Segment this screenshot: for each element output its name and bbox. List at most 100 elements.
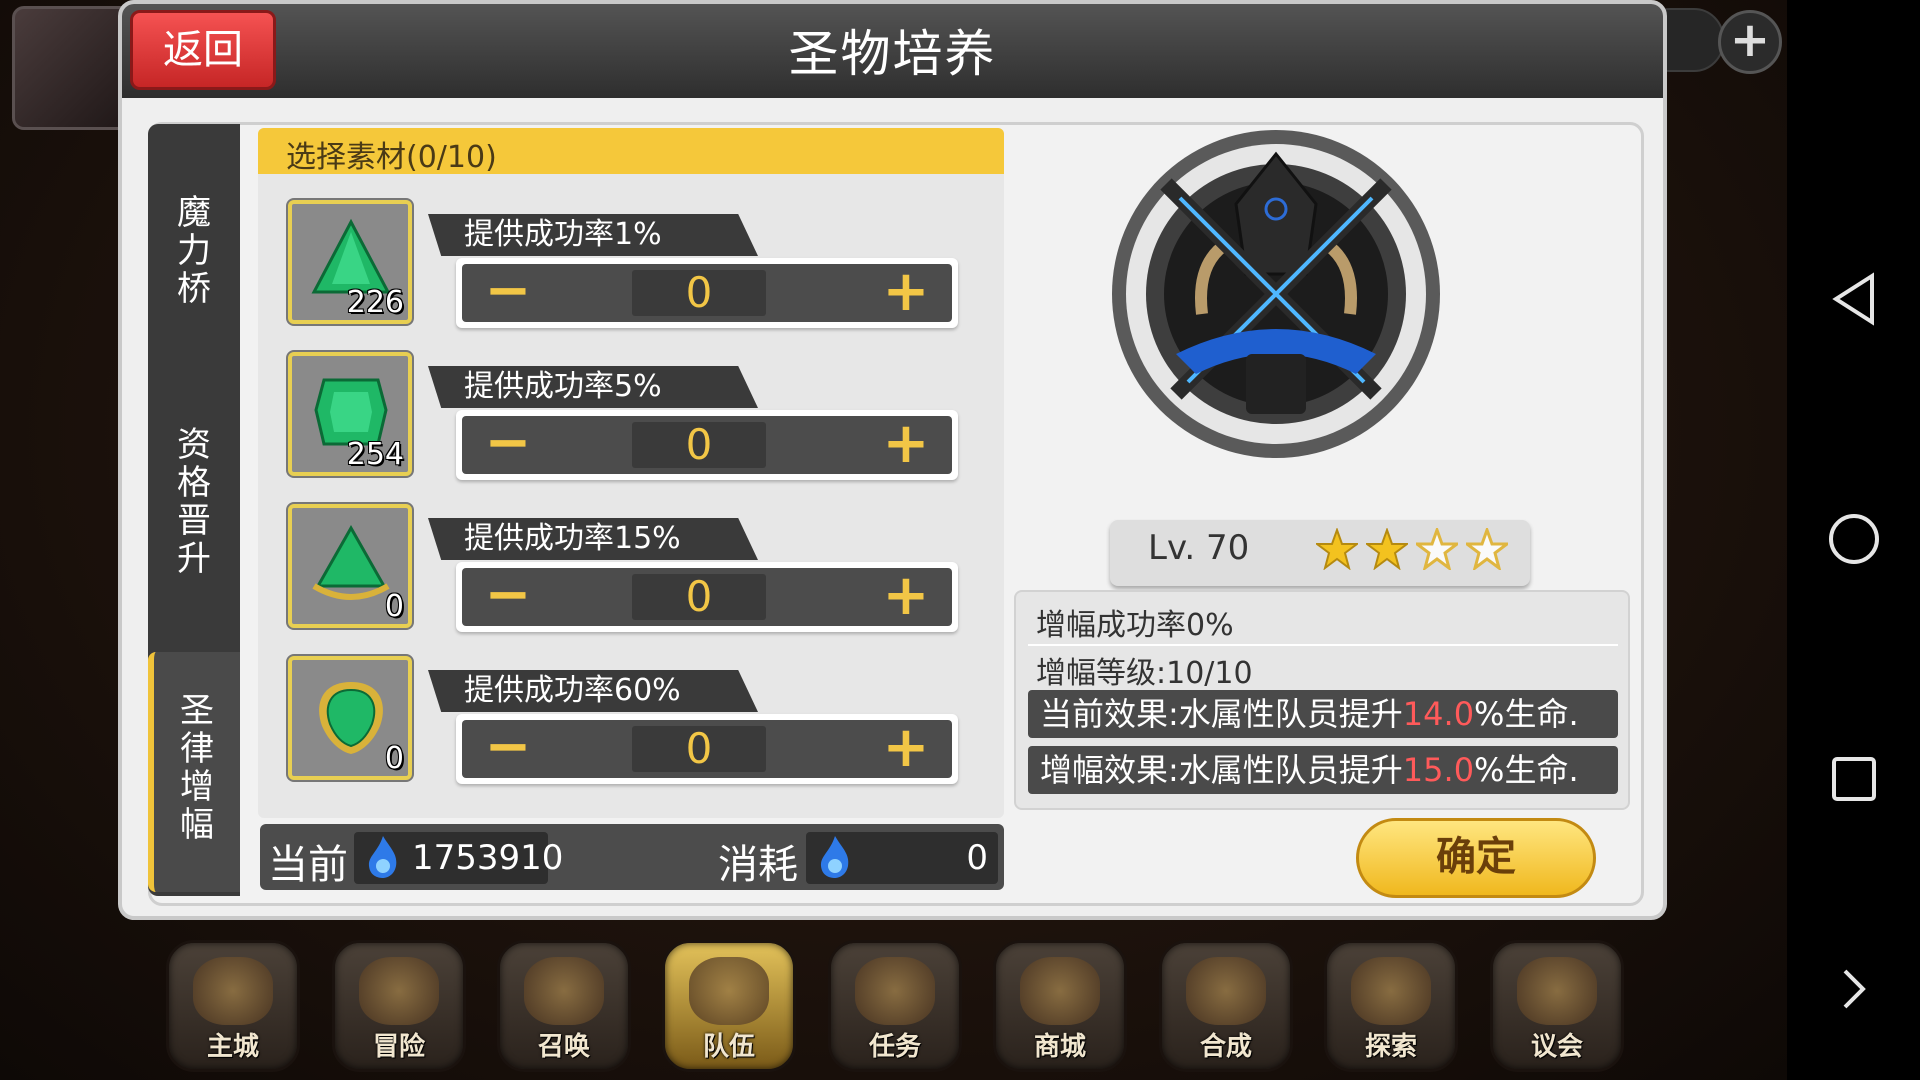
quantity-value: 0 [632, 270, 766, 316]
menu-item-adventure[interactable]: 冒险 [332, 940, 466, 1072]
tab-label: 资格晋升 [177, 425, 211, 579]
divider [1028, 644, 1618, 646]
menu-label: 议会 [1530, 1032, 1583, 1062]
relic-level-bar: Lv. 70 [1110, 520, 1530, 586]
quantity-stepper: − 0 + [456, 410, 958, 480]
dialog-title: 圣物培养 [788, 25, 997, 83]
decrease-button[interactable]: − [478, 567, 538, 626]
menu-label: 商城 [1033, 1032, 1086, 1062]
menu-item-team[interactable]: 队伍 [662, 940, 796, 1072]
quantity-stepper: − 0 + [456, 258, 958, 328]
amplify-effect-value: 15.0 [1402, 751, 1475, 789]
current-effect-suffix: %生命. [1474, 695, 1579, 733]
star-filled-icon [1316, 528, 1358, 570]
material-slot[interactable]: 0 [288, 504, 412, 628]
tab-holy-law-amplify[interactable]: 圣律增幅 [148, 652, 240, 892]
menu-label: 队伍 [702, 1032, 755, 1062]
quantity-value: 0 [632, 422, 766, 468]
quest-book-icon [855, 957, 935, 1025]
current-label: 当前 [268, 842, 348, 888]
material-row: 226 提供成功率1% − 0 + [288, 200, 972, 336]
quantity-value: 0 [632, 726, 766, 772]
increase-button[interactable]: + [876, 264, 936, 322]
material-count: 226 [346, 285, 404, 320]
rate-label: 提供成功率1% [428, 214, 758, 256]
star-empty-icon [1466, 528, 1508, 570]
decrease-button[interactable]: − [478, 719, 538, 778]
quantity-value: 0 [632, 574, 766, 620]
menu-item-quest[interactable]: 任务 [828, 940, 962, 1072]
current-effect-text: 当前效果:水属性队员提升 [1040, 695, 1403, 733]
menu-item-council[interactable]: 议会 [1490, 940, 1624, 1072]
material-row: 0 提供成功率15% − 0 + [288, 504, 972, 640]
material-slot[interactable]: 0 [288, 656, 412, 780]
menu-label: 冒险 [372, 1032, 425, 1062]
blue-flame-icon [820, 836, 849, 878]
relic-emblem [1112, 130, 1440, 458]
current-effect: 当前效果:水属性队员提升14.0%生命. [1028, 690, 1618, 738]
current-effect-value: 14.0 [1402, 695, 1475, 733]
rate-label: 提供成功率60% [428, 670, 758, 712]
material-count: 254 [346, 437, 404, 472]
success-rate: 增幅成功率0% [1036, 608, 1234, 643]
nav-home-button[interactable] [1787, 484, 1920, 594]
menu-item-summon[interactable]: 召唤 [497, 940, 631, 1072]
relic-level: Lv. 70 [1148, 528, 1250, 568]
material-row: 0 提供成功率60% − 0 + [288, 656, 972, 792]
back-button[interactable]: 返回 [130, 10, 276, 90]
increase-button[interactable]: + [876, 568, 936, 626]
tab-magic-bridge[interactable]: 魔力桥 [148, 194, 240, 308]
nav-recents-button[interactable] [1787, 724, 1920, 834]
green-gold-framed-gem-icon [319, 682, 383, 754]
system-nav-bar [1787, 0, 1920, 1080]
rate-label: 提供成功率5% [428, 366, 758, 408]
green-crowned-gem-icon [312, 524, 390, 600]
material-slot[interactable]: 254 [288, 352, 412, 476]
tab-qualification-promotion[interactable]: 资格晋升 [148, 426, 240, 578]
menu-item-shop[interactable]: 商城 [993, 940, 1127, 1072]
add-currency-button[interactable]: + [1718, 10, 1782, 74]
materials-panel: 选择素材(0/10) 226 提供成功率1% − 0 + 254 提供成功率5%… [258, 128, 1004, 818]
cost-bar: 当前 1753910 消耗 0 [260, 824, 1004, 890]
quantity-stepper: − 0 + [456, 562, 958, 632]
crown-castle-icon [193, 957, 273, 1025]
increase-button[interactable]: + [876, 720, 936, 778]
menu-item-explore[interactable]: 探索 [1324, 940, 1458, 1072]
expand-chevron-icon [1843, 969, 1866, 1009]
menu-label: 任务 [868, 1032, 921, 1062]
home-circle-icon [1828, 514, 1879, 564]
amplify-level: 增幅等级:10/10 [1036, 656, 1253, 691]
nav-back-button[interactable] [1787, 244, 1920, 354]
decrease-button[interactable]: − [478, 263, 538, 322]
star-empty-icon [1416, 528, 1458, 570]
material-slot[interactable]: 226 [288, 200, 412, 324]
council-crown-icon [1517, 957, 1597, 1025]
confirm-button[interactable]: 确定 [1356, 818, 1596, 898]
potion-flask-icon [1186, 957, 1266, 1025]
blue-flame-icon [368, 836, 397, 878]
tab-label: 圣律增幅 [180, 691, 214, 845]
material-count: 0 [384, 741, 404, 776]
decrease-button[interactable]: − [478, 415, 538, 474]
menu-item-craft[interactable]: 合成 [1159, 940, 1293, 1072]
back-triangle-icon [1831, 272, 1874, 326]
tab-label: 魔力桥 [177, 193, 211, 309]
winged-crest-icon [689, 957, 769, 1025]
menu-label: 合成 [1199, 1032, 1252, 1062]
increase-button[interactable]: + [876, 416, 936, 474]
menu-item-main-city[interactable]: 主城 [166, 940, 300, 1072]
quantity-stepper: − 0 + [456, 714, 958, 784]
amplify-effect-suffix: %生命. [1474, 751, 1579, 789]
amplify-effect: 增幅效果:水属性队员提升15.0%生命. [1028, 746, 1618, 794]
shop-tree-icon [1020, 957, 1100, 1025]
dialog-titlebar: 圣物培养 返回 [122, 4, 1663, 98]
summon-card-icon [524, 957, 604, 1025]
menu-label: 召唤 [537, 1032, 590, 1062]
menu-label: 探索 [1364, 1032, 1417, 1062]
amplify-info-panel: 增幅成功率0% 增幅等级:10/10 当前效果:水属性队员提升14.0%生命. … [1014, 590, 1630, 810]
current-value: 1753910 [412, 838, 564, 878]
nav-expand-button[interactable] [1787, 934, 1920, 1044]
star-filled-icon [1366, 528, 1408, 570]
menu-label: 主城 [206, 1032, 259, 1062]
amplify-effect-text: 增幅效果:水属性队员提升 [1040, 751, 1403, 789]
